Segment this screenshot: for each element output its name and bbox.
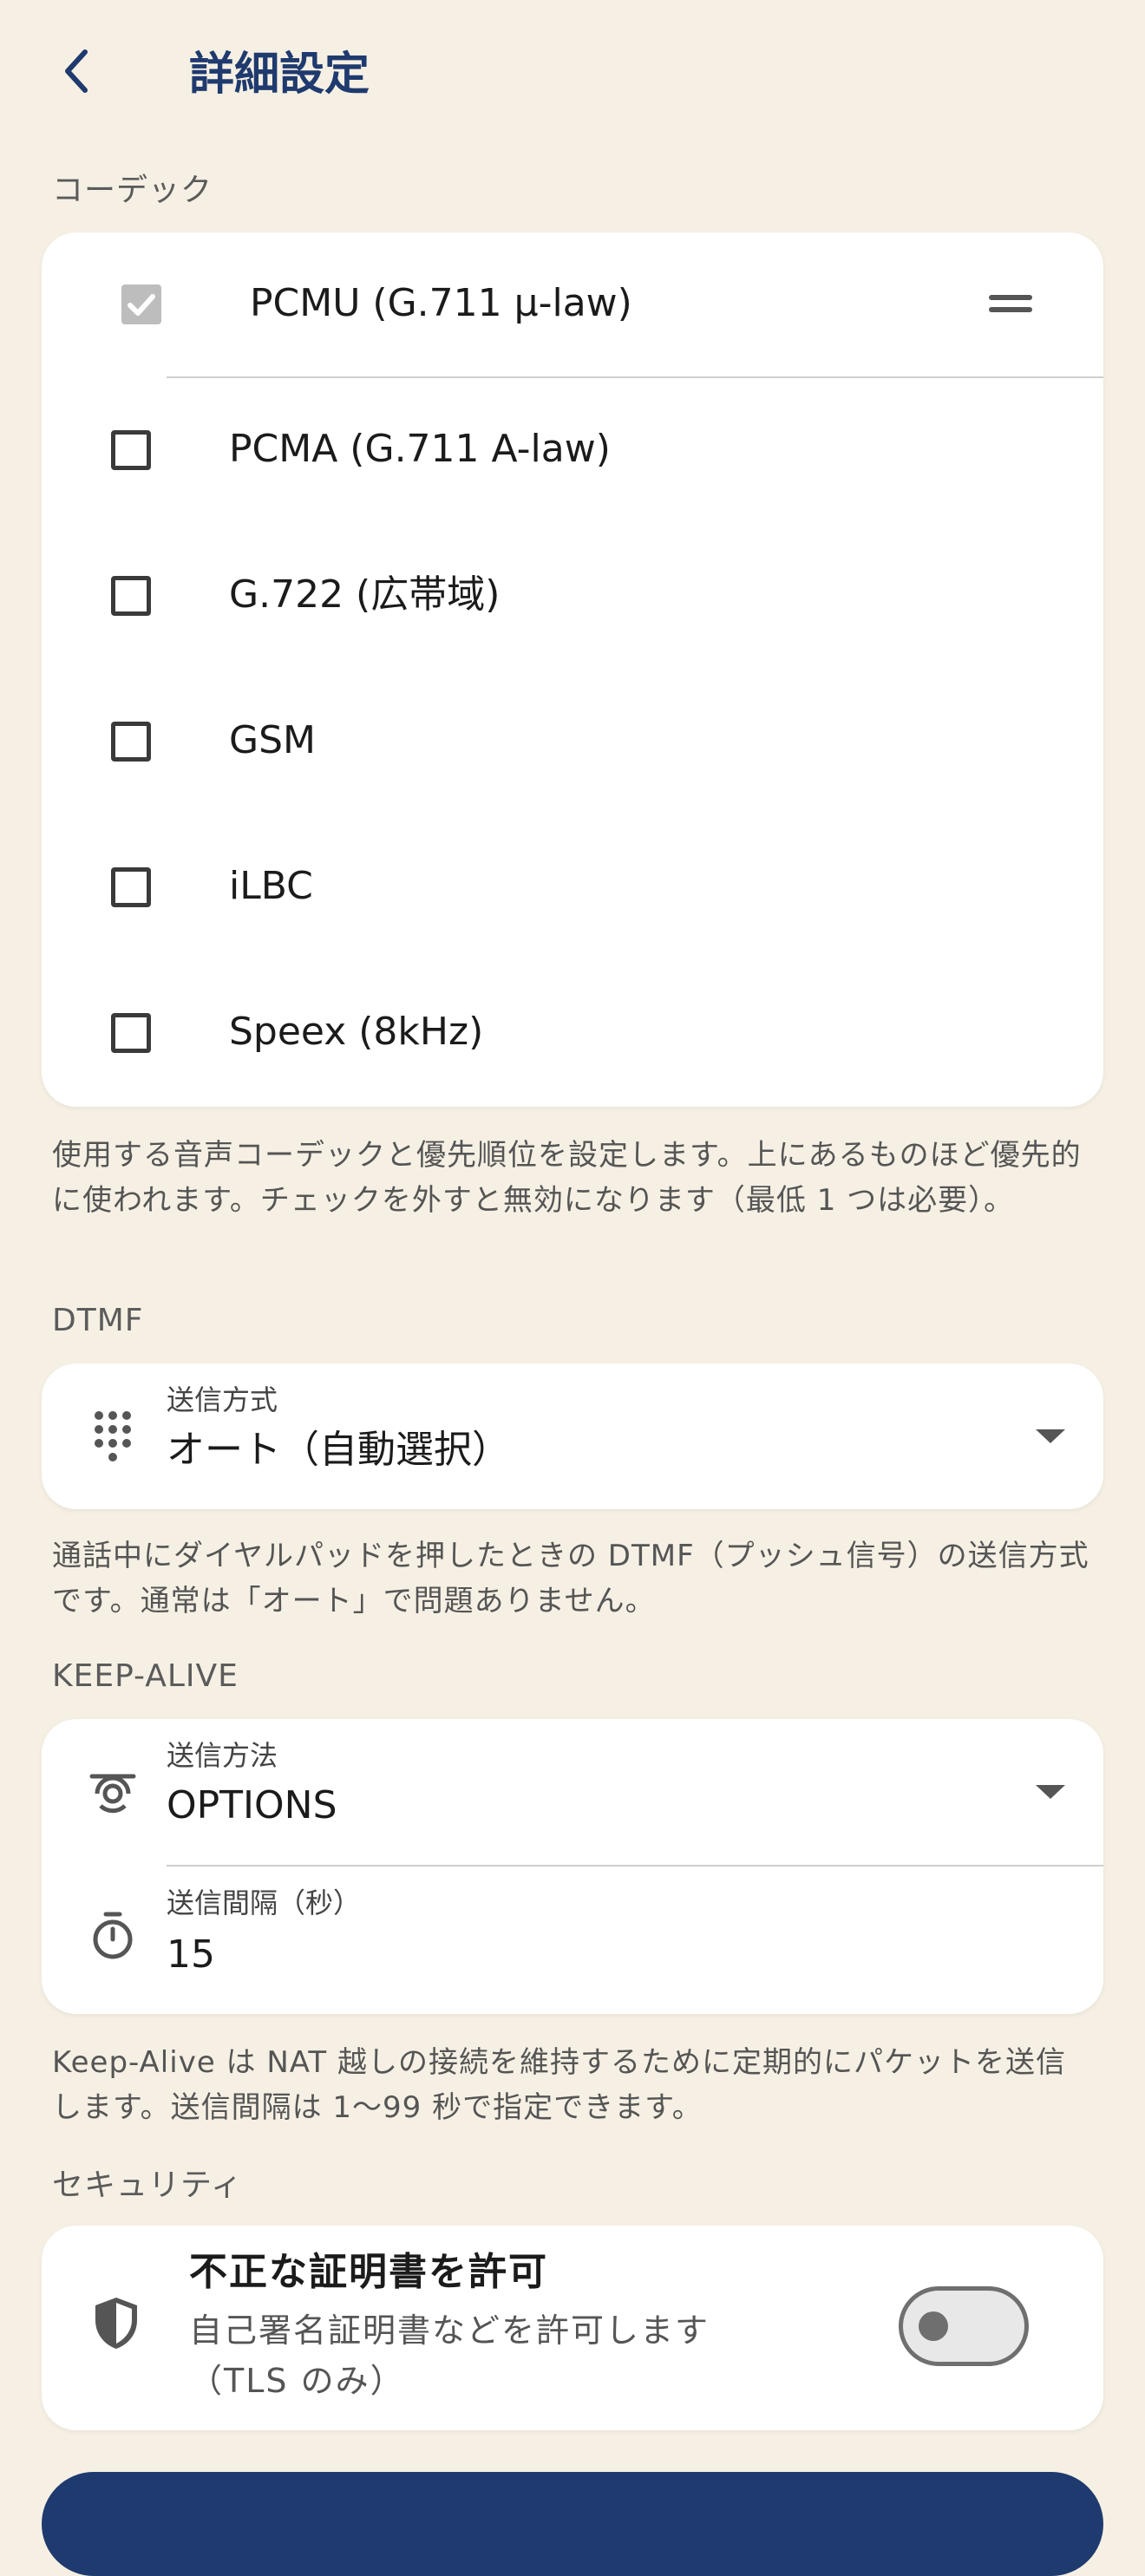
keepalive-method-label: 送信方法 (167, 1739, 278, 1772)
keepalive-card: 送信方法 OPTIONS 送信間隔（秒） 15 (42, 1719, 1103, 2014)
dropdown-arrow-icon (1036, 1429, 1065, 1443)
shield-icon (90, 2297, 142, 2349)
keepalive-interval-value[interactable]: 15 (167, 1929, 215, 1981)
codec-item-label: Speex (8kHz) (229, 1010, 484, 1054)
dtmf-section-label: DTMF (52, 1303, 144, 1338)
codec-checkbox[interactable] (121, 284, 161, 324)
codec-checkbox[interactable] (111, 867, 151, 907)
keepalive-interval-label: 送信間隔（秒） (167, 1886, 362, 1919)
dialpad-icon (87, 1410, 139, 1462)
drag-handle-icon[interactable] (989, 295, 1032, 317)
codec-item-label: GSM (229, 718, 316, 762)
codec-item-ilbc[interactable]: iLBC (42, 815, 1103, 961)
timer-icon (87, 1910, 139, 1962)
check-icon (128, 294, 155, 316)
codec-checkbox[interactable] (111, 430, 151, 470)
top-app-bar: 詳細設定 (0, 0, 1145, 147)
codec-item-g722[interactable]: G.722 (広帯域) (42, 524, 1103, 670)
dtmf-field-label: 送信方式 (167, 1383, 278, 1416)
security-setting-description-line2: （TLS のみ） (189, 2362, 405, 2400)
back-button[interactable] (45, 36, 108, 106)
dtmf-method-dropdown[interactable]: 送信方式 オート（自動選択） (42, 1363, 1103, 1509)
security-card: 不正な証明書を許可 自己署名証明書などを許可します （TLS のみ） (42, 2226, 1103, 2430)
codec-item-pcma[interactable]: PCMA (G.711 A-law) (42, 378, 1103, 524)
chevron-left-icon (65, 49, 88, 93)
keepalive-icon (87, 1766, 139, 1818)
toggle-knob (919, 2311, 948, 2341)
codec-item-pcmu[interactable]: PCMU (G.711 μ-law) (42, 232, 1103, 378)
dropdown-arrow-icon (1036, 1785, 1065, 1799)
codec-checkbox[interactable] (111, 1013, 151, 1053)
keepalive-method-dropdown[interactable]: 送信方法 OPTIONS (42, 1719, 1103, 1865)
allow-invalid-cert-toggle[interactable] (899, 2286, 1029, 2366)
page-title: 詳細設定 (189, 49, 370, 101)
dtmf-help-text: 通話中にダイヤルパッドを押したときの DTMF（プッシュ信号）の送信方式です。通… (52, 1539, 1089, 1618)
codec-item-label: iLBC (229, 864, 313, 908)
codec-item-label: PCMU (G.711 μ-law) (250, 281, 632, 325)
codec-item-label: G.722 (広帯域) (229, 572, 501, 617)
keepalive-help-text: Keep-Alive は NAT 越しの接続を維持するために定期的にパケットを送… (52, 2045, 1066, 2125)
bottom-primary-button[interactable] (42, 2472, 1103, 2576)
dtmf-card: 送信方式 オート（自動選択） (42, 1363, 1103, 1509)
codec-item-gsm[interactable]: GSM (42, 670, 1103, 815)
codec-item-speex[interactable]: Speex (8kHz) (42, 961, 1103, 1107)
security-section-label: セキュリティ (52, 2167, 243, 2203)
allow-invalid-cert-row[interactable]: 不正な証明書を許可 自己署名証明書などを許可します （TLS のみ） (42, 2226, 1103, 2430)
keepalive-method-value: OPTIONS (167, 1783, 337, 1827)
security-setting-title: 不正な証明書を許可 (189, 2250, 548, 2294)
keepalive-interval-field[interactable]: 送信間隔（秒） 15 (42, 1867, 1103, 2014)
codec-checkbox[interactable] (111, 722, 151, 762)
security-setting-description-line1: 自己署名証明書などを許可します (189, 2311, 710, 2350)
codec-checkbox[interactable] (111, 576, 151, 616)
codec-section-label: コーデック (52, 173, 213, 208)
codec-help-text: 使用する音声コーデックと優先順位を設定します。上にあるものほど優先的に使われます… (52, 1138, 1082, 1218)
codec-list-card: PCMU (G.711 μ-law) PCMA (G.711 A-law) G.… (42, 232, 1103, 1107)
dtmf-field-value: オート（自動選択） (167, 1428, 510, 1472)
codec-item-label: PCMA (G.711 A-law) (229, 427, 611, 471)
keepalive-section-label: KEEP-ALIVE (52, 1658, 239, 1694)
